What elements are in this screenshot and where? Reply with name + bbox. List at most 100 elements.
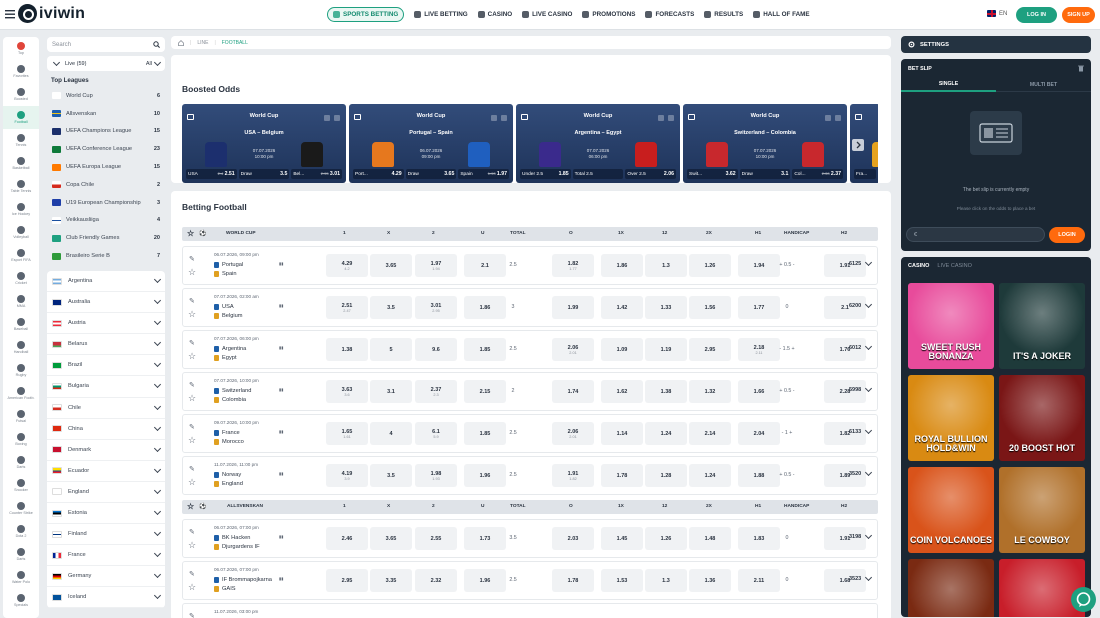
search-input[interactable]: Search	[47, 37, 165, 52]
odd-button[interactable]: 1.97 1.94	[415, 254, 457, 277]
odd-button[interactable]: 1.24	[645, 422, 687, 445]
odd-button[interactable]: 2.14	[689, 422, 731, 445]
odd-button[interactable]: 1.32	[689, 380, 731, 403]
pin-icon[interactable]: ✎	[189, 381, 195, 389]
league-item[interactable]: Allsvenskan 10	[47, 105, 165, 123]
odd-button[interactable]: 1.78	[552, 569, 594, 592]
country-item[interactable]: Australia	[47, 292, 165, 314]
match-row[interactable]: ✎ ☆ 07.07.2026, 06:00 pm Argentina Egypt ▮▮ 1.…	[182, 330, 878, 369]
casino-game-tile[interactable]: SWEET RUSH BONANZA	[908, 283, 994, 369]
league-item[interactable]: World Cup 6	[47, 87, 165, 105]
country-item[interactable]: England	[47, 482, 165, 503]
sport-rail-item[interactable]: Esport FIFA	[3, 244, 39, 267]
odd-button[interactable]: 1.42	[601, 296, 643, 319]
boosted-odd-button[interactable]: Swit... 3.62	[687, 169, 738, 179]
favorite-star-icon[interactable]: ☆	[188, 309, 196, 320]
odd-button[interactable]: 1.38	[326, 338, 368, 361]
sport-rail-item[interactable]: Top	[3, 37, 39, 60]
odd-button[interactable]: 1.56	[689, 296, 731, 319]
pin-icon[interactable]: ✎	[189, 297, 195, 305]
country-item[interactable]: Denmark	[47, 440, 165, 461]
sport-rail-item[interactable]: Basketball	[3, 152, 39, 175]
country-item[interactable]: Iceland	[47, 587, 165, 609]
stats-icon[interactable]: ▮▮	[279, 261, 283, 266]
stake-input[interactable]: €	[906, 227, 1045, 242]
odd-button[interactable]: 1.91 1.82	[552, 464, 594, 487]
match-row[interactable]: ✎ ☆ 06.07.2026, 07:00 pm IF Brommapojkarna G…	[182, 561, 878, 600]
odd-button[interactable]: 3.5	[370, 296, 412, 319]
stats-icon[interactable]: ▮▮	[279, 345, 283, 350]
country-item[interactable]: Bulgaria	[47, 376, 165, 398]
odd-button[interactable]: 1.26	[645, 527, 687, 550]
boosted-odd-button[interactable]: Total 2.5	[572, 169, 624, 179]
boosted-odd-button[interactable]: Port... 4.29	[353, 169, 404, 179]
odd-button[interactable]: 4	[370, 422, 412, 445]
favorite-star-icon[interactable]: ☆	[187, 502, 194, 511]
sport-rail-item[interactable]: Tennis	[3, 129, 39, 152]
league-item[interactable]: UEFA Europa League 15	[47, 158, 165, 176]
odd-button[interactable]: 2.37 2.3	[415, 380, 457, 403]
stats-icon[interactable]: ▮▮	[279, 471, 283, 476]
more-markets-button[interactable]: 3523	[849, 573, 873, 582]
odd-button[interactable]: 3.35	[370, 569, 412, 592]
odd-button[interactable]: 1.65 1.61	[326, 422, 368, 445]
nav-item-3[interactable]: LIVE CASINO	[522, 7, 572, 22]
odd-button[interactable]: 1.38	[645, 380, 687, 403]
boosted-odd-button[interactable]: Bel... 2.95 3.01	[291, 169, 343, 179]
match-row[interactable]: ✎☆11.07.2026, 03:00 pm	[182, 603, 878, 618]
menu-icon[interactable]	[5, 9, 15, 19]
favorite-star-icon[interactable]: ☆	[188, 267, 196, 278]
live-filter-select[interactable]: Live (59) All	[47, 56, 165, 71]
odd-button[interactable]: 1.86	[601, 254, 643, 277]
match-row[interactable]: ✎ ☆ 06.07.2026, 09:00 pm Portugal Spain ▮▮ 4.2…	[182, 246, 878, 285]
favorite-star-icon[interactable]: ☆	[188, 582, 196, 593]
odd-button[interactable]: 3.5	[370, 464, 412, 487]
logo[interactable]: iviwin	[18, 4, 85, 23]
country-item[interactable]: China	[47, 419, 165, 440]
odd-button[interactable]: 1.45	[601, 527, 643, 550]
odd-button[interactable]: 1.3	[645, 254, 687, 277]
odd-button[interactable]: 1.78	[601, 464, 643, 487]
boosted-odd-button[interactable]: Fra...	[854, 169, 876, 179]
odd-button[interactable]: 1.09	[601, 338, 643, 361]
odd-button[interactable]: 1.24	[689, 464, 731, 487]
tab-casino[interactable]: CASINO	[908, 263, 929, 269]
sport-rail-item[interactable]: Water Polo	[3, 566, 39, 589]
pin-icon[interactable]: ✎	[189, 612, 195, 618]
casino-game-tile[interactable]: 20 BOOST HOT	[999, 375, 1085, 461]
boosted-odd-button[interactable]: Under 2.5 1.85	[520, 169, 571, 179]
boosted-odd-button[interactable]: Draw 3.65	[405, 169, 457, 179]
carousel-next-button[interactable]	[852, 139, 864, 151]
stats-icon[interactable]: ▮▮	[279, 429, 283, 434]
league-item[interactable]: UEFA Conference League 23	[47, 140, 165, 158]
odd-button[interactable]: 2.51 2.47	[326, 296, 368, 319]
more-markets-button[interactable]: 6200	[849, 300, 873, 309]
odd-button[interactable]: 2.32	[415, 569, 457, 592]
odd-button[interactable]: 1.53	[601, 569, 643, 592]
chat-button[interactable]	[1071, 587, 1096, 612]
odd-button[interactable]: 2.55	[415, 527, 457, 550]
country-item[interactable]: Argentina	[47, 271, 165, 293]
league-item[interactable]: Brasileiro Serie B 7	[47, 247, 165, 265]
language-selector[interactable]: EN	[987, 10, 1007, 17]
tab-multi-bet[interactable]: MULTI BET	[996, 78, 1091, 92]
pin-icon[interactable]: ✎	[189, 339, 195, 347]
league-item[interactable]: Copa Chile 2	[47, 176, 165, 194]
boosted-odd-button[interactable]: Draw 3.5	[238, 169, 290, 179]
boosted-odds-card[interactable]: World Cup Argentina – Egypt 07.07.2026 06:0…	[516, 104, 680, 183]
pin-icon[interactable]: ✎	[189, 423, 195, 431]
odd-button[interactable]: 3.63 3.6	[326, 380, 368, 403]
settings-button[interactable]: SETTINGS	[901, 36, 1091, 53]
odd-button[interactable]: 2.06 2.01	[552, 338, 594, 361]
stats-icon[interactable]: ▮▮	[279, 576, 283, 581]
odd-button[interactable]: 4.19 3.9	[326, 464, 368, 487]
odd-button[interactable]: 9.6	[415, 338, 457, 361]
country-item[interactable]: Estonia	[47, 503, 165, 525]
odd-button[interactable]: 2.06 2.01	[552, 422, 594, 445]
favorite-star-icon[interactable]: ☆	[188, 540, 196, 551]
more-markets-button[interactable]: 3198	[849, 531, 873, 540]
sport-rail-item[interactable]: Baseball	[3, 313, 39, 336]
odd-button[interactable]: 1.14	[601, 422, 643, 445]
boosted-odd-button[interactable]: USA 2.4 2.51	[186, 169, 237, 179]
boosted-odd-button[interactable]: Spain 1.93 1.97	[458, 169, 510, 179]
